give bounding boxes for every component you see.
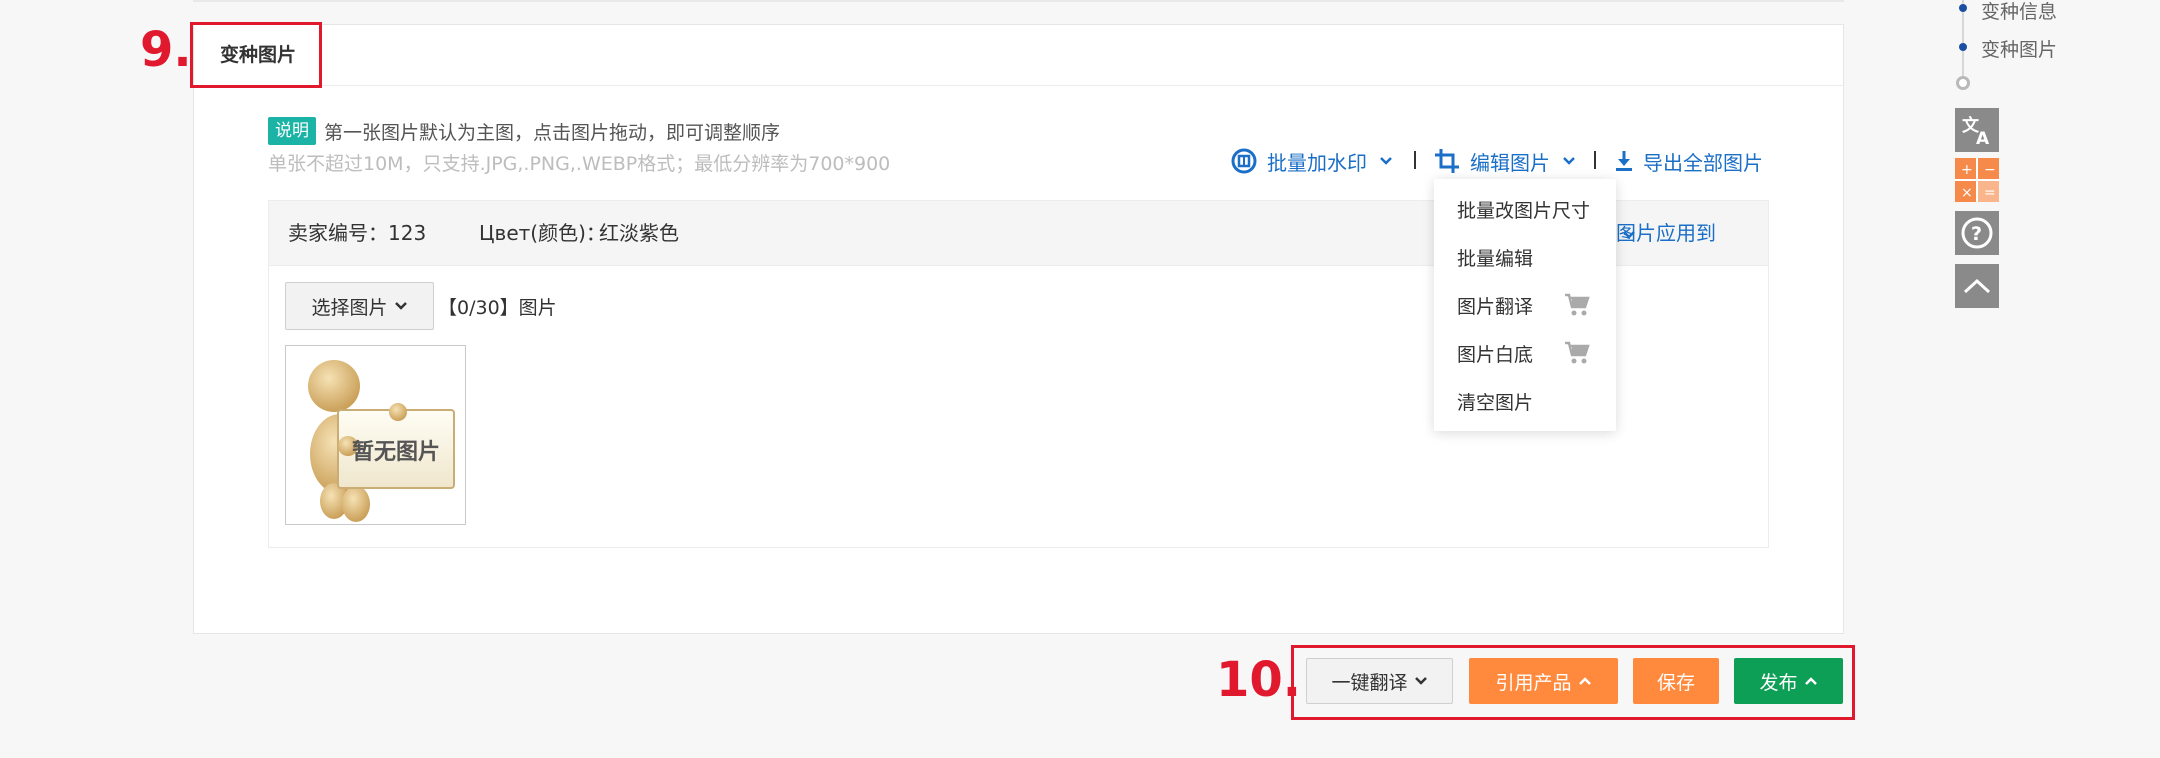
annotation-number-10: 10. bbox=[1216, 652, 1302, 708]
menu-item-label: 批量改图片尺寸 bbox=[1457, 199, 1591, 222]
color-value: 红淡紫色 bbox=[599, 221, 679, 245]
placeholder-text: 暂无图片 bbox=[351, 440, 440, 465]
image-placeholder-thumbnail[interactable]: 暂无图片 bbox=[285, 345, 466, 525]
anchor-dot bbox=[1959, 43, 1967, 51]
save-label: 保存 bbox=[1656, 671, 1695, 694]
edit-images-button[interactable]: 编辑图片 bbox=[1434, 146, 1576, 176]
previous-section-edge bbox=[193, 0, 1844, 2]
calculator-tool-button[interactable]: + − × = bbox=[1955, 158, 1999, 202]
back-to-top-button[interactable] bbox=[1955, 264, 1999, 308]
svg-text:=: = bbox=[1984, 185, 1996, 201]
select-images-label: 选择图片 bbox=[311, 296, 388, 319]
chevron-down-icon bbox=[1414, 677, 1427, 685]
chevron-up-icon bbox=[1963, 278, 1991, 294]
apply-images-to-label: 图片应用到 bbox=[1616, 221, 1716, 245]
select-images-button[interactable]: 选择图片 bbox=[285, 282, 434, 330]
chevron-down-icon bbox=[1562, 156, 1576, 166]
menu-item-image-translate[interactable]: 图片翻译 bbox=[1434, 281, 1616, 329]
publish-button[interactable]: 发布 bbox=[1734, 658, 1843, 704]
translate-label: 一键翻译 bbox=[1331, 671, 1408, 694]
svg-text:×: × bbox=[1961, 185, 1973, 201]
anchor-variant-info[interactable]: 变种信息 bbox=[1981, 0, 2057, 24]
menu-item-label: 图片翻译 bbox=[1457, 295, 1534, 318]
anchor-dot bbox=[1959, 4, 1967, 12]
toolbar-divider bbox=[1414, 151, 1416, 169]
cart-icon bbox=[1565, 341, 1590, 364]
anchor-variant-images[interactable]: 变种图片 bbox=[1981, 35, 2057, 62]
tip-subtext: 单张不超过10M，只支持.JPG,.PNG,.WEBP格式；最低分辨率为700*… bbox=[268, 153, 891, 175]
image-count: 【0/30】图片 bbox=[438, 297, 557, 319]
export-all-images-button[interactable]: 导出全部图片 bbox=[1615, 146, 1763, 176]
menu-item-label: 批量编辑 bbox=[1457, 247, 1534, 270]
help-icon: ? bbox=[1961, 217, 1993, 249]
color-label: Цвет(颜色)： bbox=[479, 221, 606, 245]
apply-images-to-dropdown[interactable]: 图片应用到 bbox=[1616, 201, 1716, 266]
tip-line: 说明 第一张图片默认为主图，点击图片拖动，即可调整顺序 bbox=[268, 116, 780, 146]
annotation-box-title bbox=[190, 22, 322, 88]
seller-sku: 卖家编号：123 bbox=[288, 221, 427, 245]
svg-text:A: A bbox=[1976, 129, 1990, 147]
publish-label: 发布 bbox=[1759, 671, 1798, 694]
card-header: 变种图片 bbox=[194, 25, 1843, 86]
menu-item-label: 图片白底 bbox=[1457, 343, 1534, 366]
one-click-translate-button[interactable]: 一键翻译 bbox=[1306, 658, 1453, 704]
help-button[interactable]: ? bbox=[1955, 211, 1999, 255]
tip-badge: 说明 bbox=[268, 117, 316, 145]
edit-images-label: 编辑图片 bbox=[1470, 150, 1550, 175]
tip-text: 第一张图片默认为主图，点击图片拖动，即可调整顺序 bbox=[324, 121, 781, 144]
chevron-down-icon bbox=[394, 302, 407, 310]
cart-icon bbox=[1565, 293, 1590, 316]
menu-item-clear-images[interactable]: 清空图片 bbox=[1434, 377, 1616, 425]
cite-product-label: 引用产品 bbox=[1495, 671, 1572, 694]
edit-images-menu: 批量改图片尺寸 批量编辑 图片翻译 图片白底 清空图片 bbox=[1434, 179, 1616, 431]
svg-text:−: − bbox=[1984, 162, 1996, 178]
crop-icon bbox=[1434, 148, 1460, 174]
anchor-end-circle bbox=[1956, 76, 1970, 90]
menu-item-label: 清空图片 bbox=[1457, 391, 1534, 414]
batch-watermark-label: 批量加水印 bbox=[1267, 150, 1367, 175]
watermark-icon bbox=[1231, 148, 1257, 174]
menu-item-batch-edit[interactable]: 批量编辑 bbox=[1434, 233, 1616, 281]
calculator-icon: + − × = bbox=[1955, 158, 1999, 202]
annotation-number-9: 9. bbox=[140, 22, 192, 78]
translate-icon: 文 A bbox=[1962, 115, 1990, 147]
save-button[interactable]: 保存 bbox=[1633, 658, 1719, 704]
export-all-images-label: 导出全部图片 bbox=[1643, 150, 1763, 175]
toolbar-divider bbox=[1594, 151, 1596, 169]
menu-item-white-background[interactable]: 图片白底 bbox=[1434, 329, 1616, 377]
svg-text:+: + bbox=[1961, 162, 1973, 178]
chevron-up-icon bbox=[1578, 677, 1591, 685]
menu-item-batch-resize[interactable]: 批量改图片尺寸 bbox=[1434, 185, 1616, 233]
download-icon bbox=[1615, 150, 1633, 172]
svg-text:?: ? bbox=[1971, 223, 1982, 245]
chevron-down-icon bbox=[1379, 156, 1393, 166]
translate-tool-button[interactable]: 文 A bbox=[1955, 108, 1999, 152]
cite-product-button[interactable]: 引用产品 bbox=[1469, 658, 1618, 704]
chevron-up-icon bbox=[1804, 677, 1817, 685]
batch-watermark-button[interactable]: 批量加水印 bbox=[1231, 146, 1393, 176]
